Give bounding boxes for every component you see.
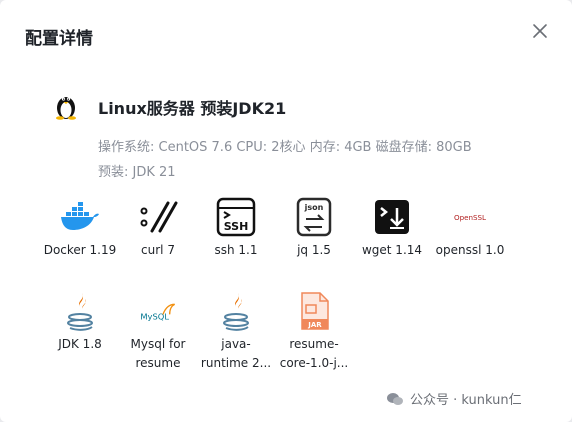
app-label: Mysql for resume bbox=[130, 337, 186, 370]
preinstalled-text: 预装: JDK 21 bbox=[98, 165, 176, 180]
app-resume-core[interactable]: JAR resume-core-1.0-j... bbox=[277, 291, 351, 373]
close-icon[interactable] bbox=[529, 20, 551, 42]
jar-icon-text: JAR bbox=[307, 321, 322, 329]
watermark-text: 公众号 · kunkun仁 bbox=[410, 393, 522, 408]
jq-icon: json bbox=[294, 197, 334, 237]
app-label: jq 1.5 bbox=[297, 243, 331, 257]
dialog-title: 配置详情 bbox=[25, 29, 93, 49]
app-openssl[interactable]: OpenSSL openssl 1.0 bbox=[433, 197, 507, 260]
linux-penguin-icon bbox=[54, 92, 78, 120]
app-java-runtime[interactable]: java-runtime 2... bbox=[199, 291, 273, 373]
openssl-icon-text: OpenSSL bbox=[454, 213, 486, 222]
app-ssh[interactable]: SSH ssh 1.1 bbox=[199, 197, 273, 260]
openssl-icon: OpenSSL bbox=[450, 197, 490, 237]
wget-icon bbox=[372, 197, 412, 237]
app-jq[interactable]: json jq 1.5 bbox=[277, 197, 351, 260]
docker-icon bbox=[60, 197, 100, 237]
server-name: Linux服务器 预装JDK21 bbox=[98, 99, 287, 118]
java-icon bbox=[60, 291, 100, 331]
server-specs: 操作系统: CentOS 7.6 CPU: 2核心 内存: 4GB 磁盘存储: … bbox=[98, 140, 472, 155]
app-label: ssh 1.1 bbox=[214, 243, 258, 257]
mysql-icon-text: MySQL bbox=[140, 311, 169, 321]
app-label: curl 7 bbox=[141, 243, 175, 257]
java-icon bbox=[216, 291, 256, 331]
curl-icon bbox=[138, 197, 178, 237]
wechat-icon bbox=[387, 392, 403, 405]
mysql-icon: MySQL bbox=[138, 291, 178, 331]
app-label: openssl 1.0 bbox=[435, 243, 505, 257]
ssh-icon: SSH bbox=[216, 197, 256, 237]
ssh-icon-text: SSH bbox=[224, 220, 249, 233]
app-label: java-runtime 2... bbox=[200, 337, 272, 370]
app-jdk[interactable]: JDK 1.8 bbox=[43, 291, 117, 354]
app-wget[interactable]: wget 1.14 bbox=[355, 197, 429, 260]
app-curl[interactable]: curl 7 bbox=[121, 197, 195, 260]
app-label: wget 1.14 bbox=[361, 243, 423, 257]
json-icon-text: json bbox=[304, 203, 324, 212]
watermark: 公众号 · kunkun仁 bbox=[386, 389, 522, 408]
app-label: resume-core-1.0-j... bbox=[279, 337, 349, 370]
app-docker[interactable]: Docker 1.19 bbox=[43, 197, 117, 260]
app-mysql[interactable]: MySQL Mysql for resume bbox=[121, 291, 195, 373]
config-detail-dialog: 配置详情 Linux服务器 预装JDK21 操作系统: CentOS 7.6 C… bbox=[0, 0, 572, 422]
app-label: Docker 1.19 bbox=[43, 243, 117, 257]
jar-file-icon: JAR bbox=[294, 291, 334, 331]
app-label: JDK 1.8 bbox=[58, 337, 102, 351]
